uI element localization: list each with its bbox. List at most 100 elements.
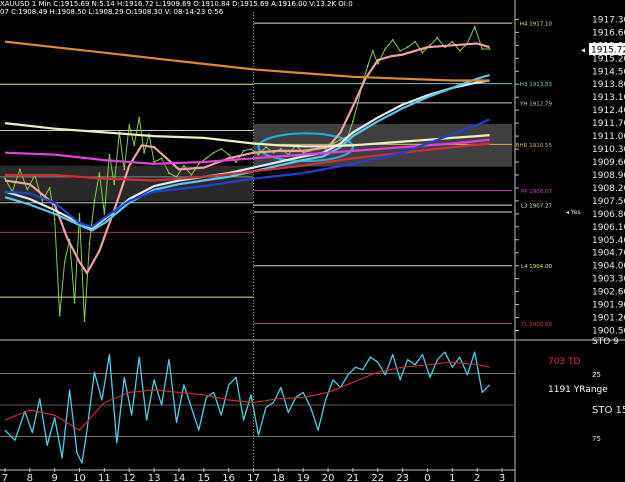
time-tick-label: 0 xyxy=(424,473,430,482)
price-point xyxy=(458,49,461,52)
price-tick-label: 1915.20 xyxy=(592,54,625,64)
price-point xyxy=(58,314,61,317)
current-price-arrow: ◂ xyxy=(581,46,585,55)
price-point xyxy=(366,64,369,67)
price-tick-label: 1908.90 xyxy=(592,171,625,181)
price-point xyxy=(153,161,155,163)
level-label: YH 1912.79 xyxy=(519,101,552,107)
price-point xyxy=(265,146,267,149)
price-tick-label: 1917.30 xyxy=(592,15,625,25)
osc-label: 1191 YRange xyxy=(548,385,608,395)
time-tick-label: 3 xyxy=(499,473,505,482)
price-point xyxy=(473,25,476,28)
time-tick-label: 15 xyxy=(197,473,210,482)
time-tick-label: 23 xyxy=(396,473,409,482)
price-tick-label: 1908.20 xyxy=(592,184,625,194)
price-tick-label: 1905.40 xyxy=(592,236,625,246)
price-point xyxy=(406,46,409,49)
price-point xyxy=(88,242,91,245)
price-point xyxy=(376,62,379,65)
price-point xyxy=(4,177,6,180)
price-tick-label: 1910.30 xyxy=(592,145,625,155)
osc-label: 703 TD xyxy=(548,357,581,367)
price-tick-label: 1901.20 xyxy=(592,314,625,324)
price-point xyxy=(212,151,215,154)
axis-partial-label: STO 9 xyxy=(592,337,619,347)
moving-average-line xyxy=(4,40,490,82)
price-tick-label: 1913.10 xyxy=(592,93,625,103)
level-label: BHR 1910.55 xyxy=(516,143,553,149)
price-point xyxy=(160,157,163,160)
price-point xyxy=(63,261,66,263)
price-point xyxy=(391,38,394,41)
price-point xyxy=(73,301,76,304)
price-point xyxy=(113,183,116,186)
price-point xyxy=(436,37,439,39)
price-point xyxy=(302,151,305,154)
price-point xyxy=(339,138,342,141)
price-tick-label: 1909.60 xyxy=(592,158,625,168)
time-axis: 7 8 9 10 11 12 13 14 15 16 17 18 19 20 21 22 23 0 1 2 3 xyxy=(0,468,515,482)
price-point xyxy=(250,148,252,150)
price-tick-label: 1913.80 xyxy=(592,80,625,90)
price-point xyxy=(183,164,185,167)
price-point xyxy=(168,172,170,175)
level-label: PP 1908.07 xyxy=(521,189,553,195)
price-point xyxy=(357,101,359,104)
time-tick-label: 14 xyxy=(173,473,186,482)
price-point xyxy=(481,48,484,50)
time-tick-label: 18 xyxy=(272,473,285,482)
level-label: L4 1904.00 xyxy=(521,264,553,270)
price-point xyxy=(83,320,86,323)
price-tick-label: 1903.30 xyxy=(592,275,625,285)
time-tick-label: 22 xyxy=(371,473,384,482)
price-point xyxy=(384,48,387,50)
time-tick-label: 1 xyxy=(449,473,455,482)
price-tick-label: 1902.60 xyxy=(592,288,625,298)
price-point xyxy=(78,212,81,215)
time-tick-label: 11 xyxy=(98,473,111,482)
price-tick-label: 1906.80 xyxy=(592,210,625,220)
time-tick-label: 8 xyxy=(27,473,33,482)
price-point xyxy=(26,188,29,191)
osc-tick-label: 75 xyxy=(592,435,601,443)
price-tick-label: 1912.40 xyxy=(592,106,625,116)
price-point xyxy=(488,48,491,50)
oscillator-line xyxy=(4,351,491,464)
price-point xyxy=(123,168,126,171)
price-tick-label: 1916.60 xyxy=(592,28,625,38)
time-tick-label: 17 xyxy=(247,473,260,482)
current-price-label: 1915.72 xyxy=(591,46,625,56)
price-point xyxy=(138,116,141,119)
price-point xyxy=(399,49,402,52)
oscillator-panel: 25 STO 15 75 703 TD 1191 YRange xyxy=(0,351,625,464)
chart-canvas: H4 1917.10 H3 1913.83 YH 1912.79 BHR 1910.5… xyxy=(0,0,625,482)
price-point xyxy=(133,144,136,147)
annotation-label: ◂ Yes xyxy=(566,209,581,216)
time-tick-label: 21 xyxy=(347,473,360,482)
time-tick-label: 12 xyxy=(123,473,136,482)
header-line-2: 07 C:1908.49 H:1908.50 L:1908.29 O:1908.… xyxy=(0,8,224,16)
price-point xyxy=(279,148,282,150)
oscillator-line xyxy=(4,361,490,431)
time-tick-label: 19 xyxy=(297,473,310,482)
price-point xyxy=(53,218,56,221)
price-axis: 1917.301916.601915.901915.201914.501913.… xyxy=(0,0,625,482)
price-point xyxy=(128,124,131,126)
price-tick-label: 1906.10 xyxy=(592,223,625,233)
price-point xyxy=(235,161,238,163)
price-point xyxy=(103,212,106,215)
price-point xyxy=(108,153,111,156)
osc-tick-label: STO 15 xyxy=(592,405,625,416)
level-label: H4 1917.10 xyxy=(520,22,553,28)
price-point xyxy=(175,175,178,178)
price-point xyxy=(414,40,416,43)
time-tick-label: 2 xyxy=(474,473,480,482)
price-point xyxy=(205,157,208,160)
time-tick-label: 20 xyxy=(322,473,335,482)
price-point xyxy=(421,51,424,54)
price-tick-label: 1911.70 xyxy=(592,119,625,129)
level-label: YL 1900.88 xyxy=(520,322,552,328)
price-point xyxy=(242,149,245,152)
header-line-1: XAUUSD 1 Min C:1915.69 N:5.14 H:1916.72 … xyxy=(0,0,353,8)
